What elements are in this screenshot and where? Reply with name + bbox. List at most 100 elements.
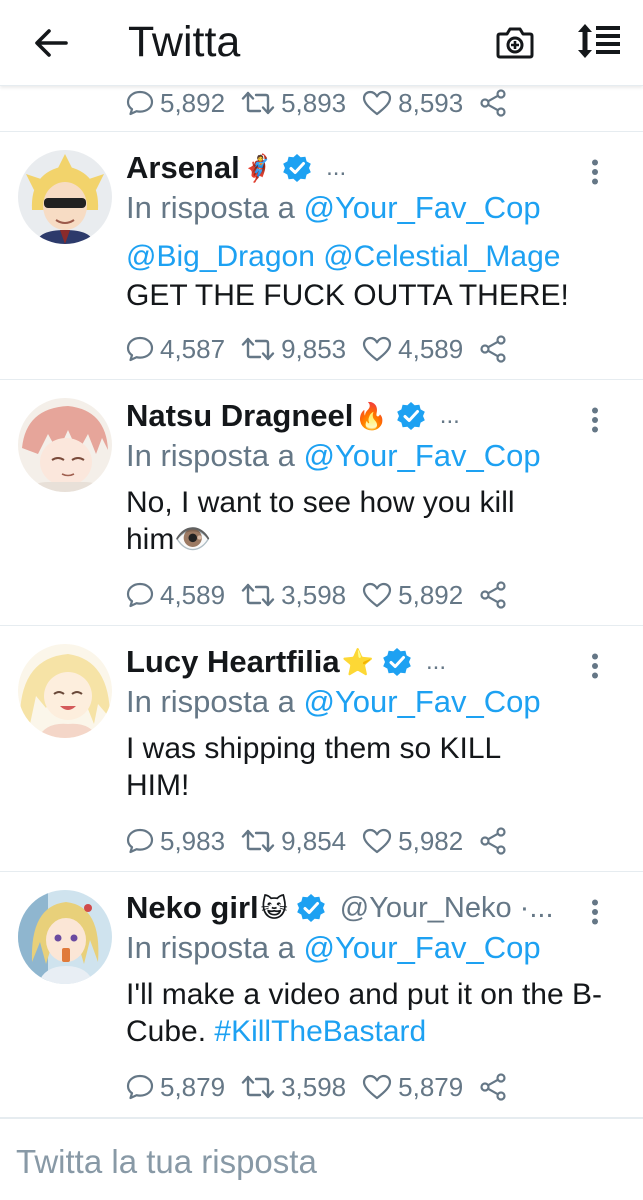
heart-icon — [363, 336, 392, 362]
reply-button[interactable]: 4,589 — [126, 580, 225, 611]
more-options-button[interactable] — [584, 156, 606, 188]
share-button[interactable] — [479, 581, 507, 609]
sort-icon — [578, 24, 620, 58]
user-handle[interactable]: @Your_Neko ·... — [340, 892, 554, 925]
heart-icon — [363, 1074, 392, 1100]
reply-to-link[interactable]: @Your_Fav_Cop — [304, 930, 541, 965]
reply-button[interactable]: 5,983 — [126, 826, 225, 857]
heart-icon — [363, 90, 392, 116]
arrow-left-icon — [35, 29, 68, 57]
retweet-count: 5,893 — [281, 87, 347, 118]
retweet-count: 3,598 — [281, 1071, 347, 1102]
reply-prefix: In risposta a — [126, 684, 295, 719]
more-options-button[interactable] — [584, 896, 606, 928]
reply-composer — [0, 1118, 643, 1200]
more-options-button[interactable] — [584, 650, 606, 682]
tweet-item[interactable]: Arsenal 🦸 ... In risposta a @Your_Fav_Co… — [0, 132, 643, 380]
reply-input[interactable] — [16, 1139, 616, 1185]
name-emoji: ⭐ — [341, 646, 374, 677]
tweet-header: Natsu Dragneel 🔥 ... — [126, 396, 563, 436]
retweet-button[interactable]: 9,853 — [241, 334, 346, 365]
display-name[interactable]: Natsu Dragneel — [126, 398, 353, 434]
back-button[interactable] — [28, 20, 74, 66]
like-button[interactable]: 8,593 — [362, 88, 463, 119]
avatar[interactable] — [18, 150, 112, 244]
heart-icon — [363, 828, 392, 854]
reply-to-link[interactable]: @Your_Fav_Cop — [304, 684, 541, 719]
reply-context: In risposta a @Your_Fav_Cop — [126, 190, 541, 226]
like-count: 5,879 — [398, 1071, 464, 1102]
retweet-icon — [241, 1075, 275, 1099]
heart-icon — [363, 582, 392, 608]
reply-to-link[interactable]: @Your_Fav_Cop — [304, 190, 541, 225]
tweet-header: Lucy Heartfilia ⭐ ... — [126, 642, 563, 682]
like-button[interactable]: 5,879 — [362, 1072, 463, 1103]
camera-button[interactable] — [492, 20, 538, 64]
more-vertical-icon — [592, 159, 598, 185]
header-ellipsis: ... — [326, 154, 347, 181]
reply-icon — [126, 336, 154, 362]
retweet-button[interactable]: 9,854 — [241, 826, 346, 857]
sort-button[interactable] — [574, 18, 624, 64]
like-count: 4,589 — [398, 333, 464, 364]
reply-prefix: In risposta a — [126, 190, 295, 225]
like-count: 5,892 — [398, 579, 464, 610]
tweet-text: No, I want to see how you kill him👁️ — [126, 486, 515, 556]
like-button[interactable]: 4,589 — [362, 334, 463, 365]
retweet-button[interactable]: 3,598 — [241, 1072, 346, 1103]
reply-icon — [126, 1074, 154, 1100]
retweet-icon — [241, 583, 275, 607]
retweet-count: 3,598 — [281, 579, 347, 610]
reply-count: 5,879 — [160, 1071, 226, 1102]
name-emoji: 🦸 — [241, 152, 275, 183]
like-count: 5,982 — [398, 825, 464, 856]
previous-tweet-actions: 5,892 5,893 8,593 — [0, 86, 643, 132]
display-name[interactable]: Arsenal — [126, 150, 240, 186]
share-button[interactable] — [479, 89, 507, 117]
like-button[interactable]: 5,892 — [362, 580, 463, 611]
reply-prefix: In risposta a — [126, 930, 295, 965]
reply-count: 5,892 — [160, 87, 226, 118]
reply-count: 4,587 — [160, 333, 226, 364]
more-vertical-icon — [592, 653, 598, 679]
retweet-button[interactable]: 5,893 — [241, 88, 346, 119]
retweet-icon — [241, 829, 275, 853]
retweet-count: 9,853 — [281, 333, 347, 364]
tweet-item[interactable]: Neko girl 😺 @Your_Neko ·... In risposta … — [0, 872, 643, 1118]
like-button[interactable]: 5,982 — [362, 826, 463, 857]
more-options-button[interactable] — [584, 404, 606, 436]
share-button[interactable] — [479, 335, 507, 363]
page-title: Twitta — [128, 18, 241, 66]
like-count: 8,593 — [398, 87, 464, 118]
tweet-text: @Big_Dragon @Celestial_Mage GET THE FUCK… — [126, 238, 616, 314]
display-name[interactable]: Neko girl — [126, 890, 259, 926]
tweet-item[interactable]: Natsu Dragneel 🔥 ... In risposta a @Your… — [0, 380, 643, 626]
hashtag-link[interactable]: #KillTheBastard — [214, 1015, 426, 1048]
reply-icon — [126, 828, 154, 854]
share-icon — [480, 89, 506, 117]
reply-to-link[interactable]: @Your_Fav_Cop — [304, 438, 541, 473]
avatar[interactable] — [18, 890, 112, 984]
reply-button[interactable]: 5,879 — [126, 1072, 225, 1103]
retweet-button[interactable]: 3,598 — [241, 580, 346, 611]
reply-button[interactable]: 5,892 — [126, 88, 225, 119]
top-app-bar: Twitta — [0, 0, 643, 86]
tweet-item[interactable]: Lucy Heartfilia ⭐ ... In risposta a @You… — [0, 626, 643, 872]
verified-badge-icon — [296, 894, 325, 922]
more-vertical-icon — [592, 407, 598, 433]
verified-badge-icon — [396, 402, 425, 430]
tweet-actions: 4,587 9,853 4,589 — [126, 334, 507, 364]
tweet-header: Neko girl 😺 @Your_Neko ·... — [126, 888, 573, 928]
avatar[interactable] — [18, 398, 112, 492]
mention-links[interactable]: @Big_Dragon @Celestial_Mage — [126, 238, 616, 275]
reply-count: 4,589 — [160, 579, 226, 610]
share-button[interactable] — [479, 1073, 507, 1101]
avatar[interactable] — [18, 644, 112, 738]
share-button[interactable] — [479, 827, 507, 855]
share-icon — [480, 335, 506, 363]
reply-button[interactable]: 4,587 — [126, 334, 225, 365]
reply-count: 5,983 — [160, 825, 226, 856]
share-icon — [480, 827, 506, 855]
display-name[interactable]: Lucy Heartfilia — [126, 644, 340, 680]
share-icon — [480, 1073, 506, 1101]
